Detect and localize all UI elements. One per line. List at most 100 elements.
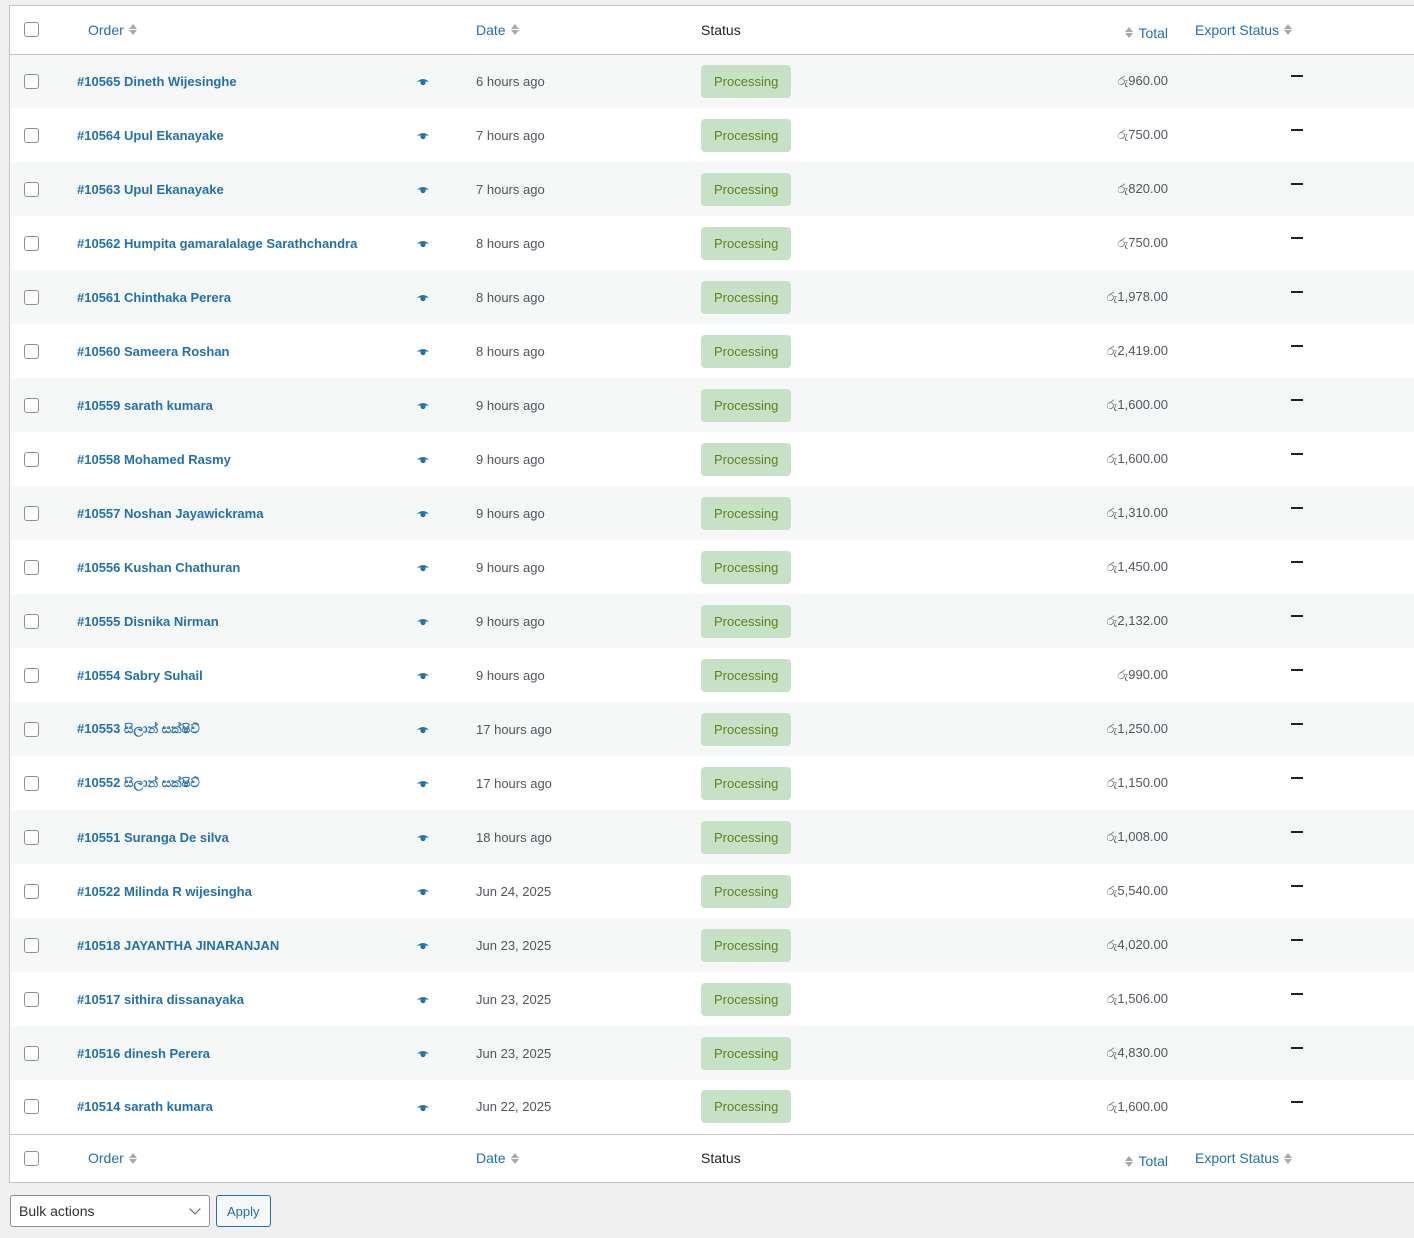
table-row: #10559 sarath kumara 9 hours ago Processin… <box>10 378 1414 432</box>
sort-total-column[interactable]: Total <box>1125 25 1168 41</box>
table-row: #10563 Upul Ekanayake 7 hours ago Processi… <box>10 162 1414 216</box>
order-link[interactable]: #10564 Upul Ekanayake <box>76 128 224 143</box>
sort-order-column[interactable]: Order <box>76 22 137 38</box>
sort-icon <box>1284 1152 1293 1164</box>
order-total: රු1,008.00 <box>1106 829 1169 844</box>
preview-eye-icon[interactable] <box>416 563 430 573</box>
table-row: #10556 Kushan Chathuran 9 hours ago Proces… <box>10 540 1414 594</box>
row-checkbox[interactable] <box>24 991 39 1007</box>
export-status-dash <box>1291 237 1304 239</box>
order-link[interactable]: #10516 dinesh Perera <box>76 1046 210 1061</box>
order-link[interactable]: #10565 Dineth Wijesinghe <box>76 74 237 89</box>
export-status-dash <box>1291 75 1304 78</box>
table-row: #10561 Chinthaka Perera 8 hours ago Proces… <box>10 270 1414 324</box>
row-checkbox[interactable] <box>24 937 39 953</box>
order-link[interactable]: #10514 sarath kumara <box>76 1099 213 1114</box>
row-checkbox[interactable] <box>24 829 39 845</box>
order-link[interactable]: #10558 Mohamed Rasmy <box>76 452 231 467</box>
row-checkbox[interactable] <box>24 613 39 629</box>
order-link[interactable]: #10560 Sameera Roshan <box>76 344 229 359</box>
table-row: #10562 Humpita gamaralalage Sarathchandr… <box>10 216 1414 270</box>
order-link[interactable]: #10553 සිලාන් සක්ෂිව් <box>76 721 200 736</box>
preview-eye-icon[interactable] <box>416 77 430 87</box>
preview-eye-icon[interactable] <box>416 509 430 519</box>
preview-eye-icon[interactable] <box>416 671 430 681</box>
preview-eye-icon[interactable] <box>416 1049 430 1059</box>
table-row: #10555 Disnika Nirman 9 hours ago Processi… <box>10 594 1414 648</box>
preview-eye-icon[interactable] <box>416 941 430 951</box>
preview-eye-icon[interactable] <box>416 293 430 303</box>
preview-eye-icon[interactable] <box>416 995 430 1005</box>
order-link[interactable]: #10556 Kushan Chathuran <box>76 560 240 575</box>
sort-icon <box>128 1152 137 1164</box>
sort-date-column[interactable]: Date <box>476 22 519 38</box>
order-link[interactable]: #10555 Disnika Nirman <box>76 614 219 629</box>
row-checkbox[interactable] <box>24 883 39 899</box>
row-checkbox[interactable] <box>24 73 39 89</box>
bulk-actions-select[interactable]: Bulk actions <box>10 1195 210 1227</box>
preview-eye-icon[interactable] <box>416 131 430 141</box>
order-date: 9 hours ago <box>476 559 545 575</box>
select-all-checkbox-footer[interactable] <box>24 1150 39 1166</box>
sort-icon <box>1125 1155 1134 1167</box>
table-row: #10518 JAYANTHA JINARANJAN Jun 23, 2025 Pr… <box>10 918 1414 972</box>
sort-date-column-footer[interactable]: Date <box>476 1150 519 1166</box>
order-link[interactable]: #10552 සිලාන් සක්ෂිව් <box>76 775 200 790</box>
order-link[interactable]: #10561 Chinthaka Perera <box>76 290 231 305</box>
row-checkbox[interactable] <box>24 721 39 737</box>
apply-button[interactable]: Apply <box>216 1195 271 1227</box>
sort-order-column-footer[interactable]: Order <box>76 1150 137 1166</box>
preview-eye-icon[interactable] <box>416 617 430 627</box>
preview-eye-icon[interactable] <box>416 725 430 735</box>
preview-eye-icon[interactable] <box>416 1103 430 1113</box>
row-checkbox[interactable] <box>24 1099 39 1115</box>
row-checkbox[interactable] <box>24 289 39 305</box>
order-link[interactable]: #10554 Sabry Suhail <box>76 668 203 683</box>
orders-table-wrapper: Order Date Status Total Export Status #1… <box>9 5 1414 1183</box>
order-link[interactable]: #10562 Humpita gamaralalage Sarathchandr… <box>76 236 357 251</box>
preview-eye-icon[interactable] <box>416 401 430 411</box>
order-link[interactable]: #10559 sarath kumara <box>76 398 213 413</box>
preview-eye-icon[interactable] <box>416 239 430 249</box>
status-badge: Processing <box>701 658 792 692</box>
preview-eye-icon[interactable] <box>416 779 430 789</box>
row-checkbox[interactable] <box>24 667 39 683</box>
preview-eye-icon[interactable] <box>416 887 430 897</box>
row-checkbox[interactable] <box>24 343 39 359</box>
order-link[interactable]: #10551 Suranga De silva <box>76 830 229 845</box>
row-checkbox[interactable] <box>24 397 39 413</box>
row-checkbox[interactable] <box>24 181 39 197</box>
order-link[interactable]: #10563 Upul Ekanayake <box>76 182 224 197</box>
order-link[interactable]: #10557 Noshan Jayawickrama <box>76 506 263 521</box>
export-status-dash <box>1291 1100 1304 1103</box>
select-all-checkbox[interactable] <box>24 22 39 38</box>
order-link[interactable]: #10522 Milinda R wijesingha <box>76 884 252 899</box>
row-checkbox[interactable] <box>24 451 39 467</box>
row-checkbox[interactable] <box>24 559 39 575</box>
status-badge: Processing <box>701 550 792 584</box>
sort-total-column-footer[interactable]: Total <box>1125 1153 1168 1169</box>
row-checkbox[interactable] <box>24 775 39 791</box>
order-total: රු1,150.00 <box>1106 775 1169 790</box>
table-row: #10517 sithira dissanayaka Jun 23, 2025 Pr… <box>10 972 1414 1026</box>
order-link[interactable]: #10517 sithira dissanayaka <box>76 992 244 1007</box>
order-link[interactable]: #10518 JAYANTHA JINARANJAN <box>76 938 279 953</box>
row-checkbox[interactable] <box>24 1045 39 1061</box>
order-date: Jun 22, 2025 <box>476 1099 552 1115</box>
status-badge: Processing <box>701 1036 792 1070</box>
order-total: රු2,419.00 <box>1106 343 1169 358</box>
row-checkbox[interactable] <box>24 127 39 143</box>
preview-eye-icon[interactable] <box>416 833 430 843</box>
preview-eye-icon[interactable] <box>416 455 430 465</box>
status-badge: Processing <box>701 388 792 422</box>
row-checkbox[interactable] <box>24 235 39 251</box>
preview-eye-icon[interactable] <box>416 347 430 357</box>
order-date: 8 hours ago <box>476 289 545 305</box>
table-row: #10522 Milinda R wijesingha Jun 24, 2025 P… <box>10 864 1414 918</box>
sort-export-status-column[interactable]: Export Status <box>1195 22 1293 38</box>
status-badge: Processing <box>701 712 792 746</box>
row-checkbox[interactable] <box>24 505 39 521</box>
sort-export-status-column-footer[interactable]: Export Status <box>1195 1150 1293 1166</box>
export-status-dash <box>1291 993 1304 995</box>
preview-eye-icon[interactable] <box>416 185 430 195</box>
